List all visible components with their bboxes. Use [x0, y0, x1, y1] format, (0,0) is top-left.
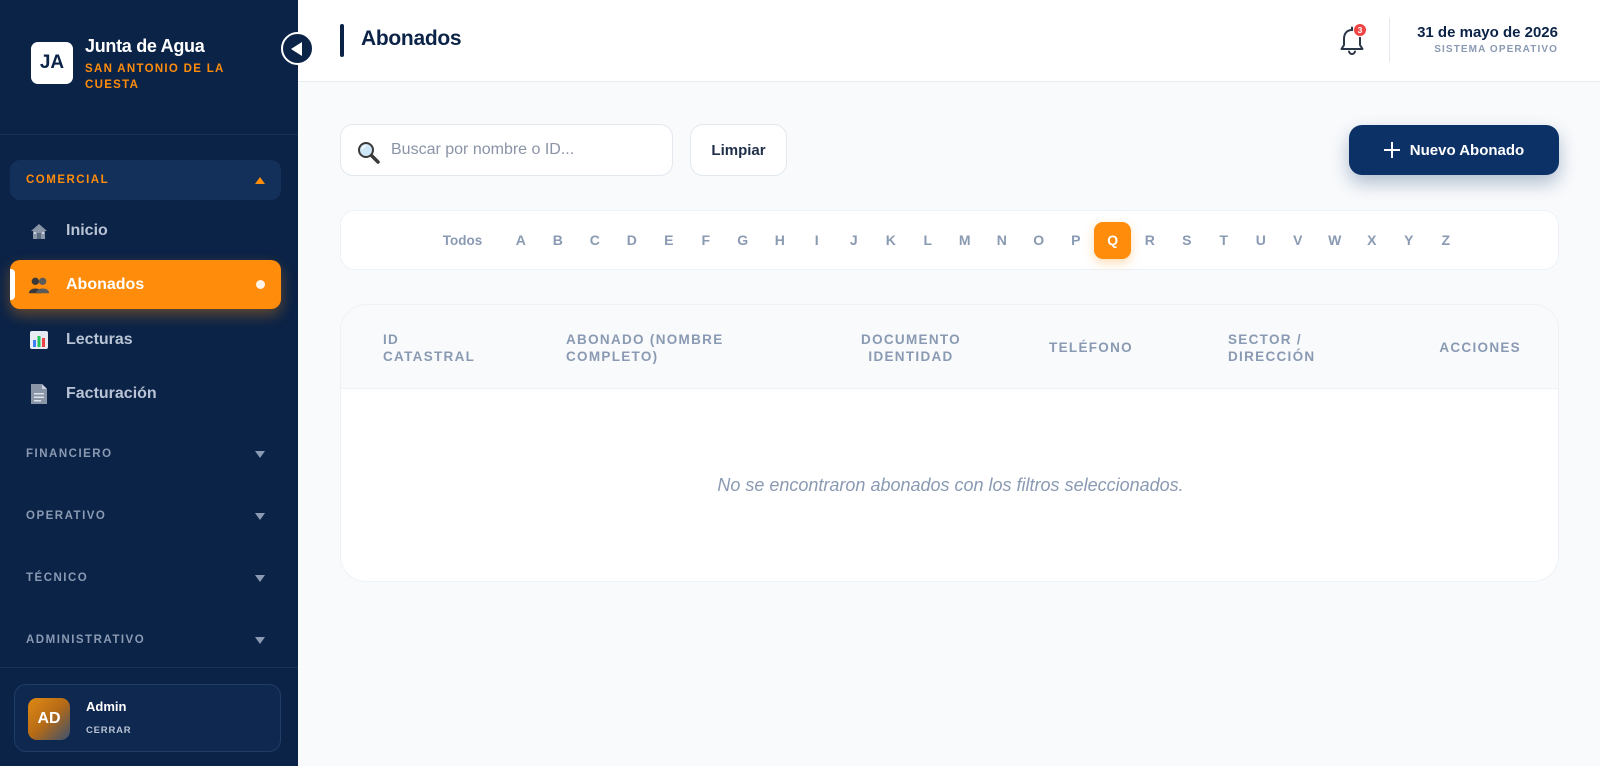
section-label: COMERCIAL [26, 174, 110, 186]
search-icon [358, 142, 380, 164]
column-header-id: ID CATASTRAL [383, 332, 476, 364]
letter-filter-c[interactable]: C [576, 222, 613, 259]
home-icon [28, 221, 50, 241]
subscribers-table: ID CATASTRAL ABONADO (NOMBRE COMPLETO) D… [340, 304, 1559, 582]
logout-link[interactable]: CERRAR [86, 725, 131, 736]
letter-filter-h[interactable]: H [761, 222, 798, 259]
section-operativo[interactable]: OPERATIVO [10, 496, 281, 536]
letter-filter-y[interactable]: Y [1390, 222, 1427, 259]
arrow-left-icon [290, 41, 302, 56]
page-title: Abonados [361, 27, 462, 50]
user-name: Admin [86, 699, 127, 714]
letter-filter-r[interactable]: R [1131, 222, 1168, 259]
letter-filter-todos[interactable]: Todos [435, 222, 491, 259]
letter-filter-u[interactable]: U [1242, 222, 1279, 259]
chevron-up-icon [255, 176, 265, 184]
app-logo: JA [31, 42, 73, 84]
active-indicator-dot [256, 280, 265, 289]
column-header-name: ABONADO (NOMBRE COMPLETO) [566, 332, 724, 364]
letter-filter-j[interactable]: J [835, 222, 872, 259]
sidebar-item-label: Lecturas [66, 330, 133, 348]
letter-filter-n[interactable]: N [983, 222, 1020, 259]
chevron-down-icon [255, 450, 265, 458]
empty-state-message: No se encontraron abonados con los filtr… [717, 475, 1184, 495]
column-header-sector: SECTOR / DIRECCIÓN [1228, 332, 1316, 364]
column-header-document: DOCUMENTO IDENTIDAD [861, 332, 961, 364]
app-name: Junta de Agua [85, 36, 205, 56]
chevron-down-icon [255, 636, 265, 644]
letter-filter-l[interactable]: L [909, 222, 946, 259]
sidebar: JA Junta de Agua SAN ANTONIO DE LA CUEST… [0, 0, 298, 766]
search-input[interactable] [391, 125, 661, 175]
letter-filter-t[interactable]: T [1205, 222, 1242, 259]
document-icon [28, 383, 50, 404]
brand-header: JA Junta de Agua SAN ANTONIO DE LA CUEST… [0, 0, 298, 135]
app-subtitle: SAN ANTONIO DE LA CUESTA [85, 63, 225, 91]
letter-filter-x[interactable]: X [1353, 222, 1390, 259]
letter-filter-p[interactable]: P [1057, 222, 1094, 259]
column-header-phone: TELÉFONO [1049, 340, 1133, 355]
divider [1389, 18, 1390, 62]
avatar: AD [28, 698, 70, 740]
section-administrativo[interactable]: ADMINISTRATIVO [10, 620, 281, 660]
letter-filter-m[interactable]: M [946, 222, 983, 259]
section-financiero[interactable]: FINANCIERO [10, 434, 281, 474]
title-accent-bar [340, 24, 344, 57]
letter-filter-e[interactable]: E [650, 222, 687, 259]
new-subscriber-button[interactable]: Nuevo Abonado [1349, 125, 1559, 175]
divider [0, 667, 298, 668]
clear-button[interactable]: Limpiar [690, 124, 787, 176]
alphabet-filter: Todos A B C D E F G H I J K L M N O P Q … [340, 210, 1559, 270]
letter-filter-g[interactable]: G [724, 222, 761, 259]
letter-filter-b[interactable]: B [539, 222, 576, 259]
section-comercial[interactable]: COMERCIAL [10, 160, 281, 200]
top-header: Abonados 3 31 de mayo de 2026 SISTEMA OP… [298, 0, 1600, 82]
search-box [340, 124, 673, 176]
letter-filter-a[interactable]: A [502, 222, 539, 259]
button-label: Nuevo Abonado [1409, 141, 1525, 159]
letter-filter-d[interactable]: D [613, 222, 650, 259]
letter-filter-q[interactable]: Q [1094, 221, 1132, 259]
sidebar-item-label: Abonados [66, 275, 145, 293]
letter-filter-i[interactable]: I [798, 222, 835, 259]
section-label: ADMINISTRATIVO [26, 634, 146, 646]
users-icon [28, 275, 50, 295]
sidebar-item-lecturas[interactable]: Lecturas [10, 315, 281, 364]
section-label: FINANCIERO [26, 448, 113, 460]
letter-filter-o[interactable]: O [1020, 222, 1057, 259]
table-header: ID CATASTRAL ABONADO (NOMBRE COMPLETO) D… [341, 305, 1558, 389]
plus-icon [1383, 142, 1400, 158]
user-card: AD Admin CERRAR [14, 684, 281, 752]
sidebar-item-abonados[interactable]: Abonados [10, 260, 281, 309]
sidebar-item-label: Inicio [66, 221, 108, 239]
section-label: OPERATIVO [26, 510, 107, 522]
letter-filter-f[interactable]: F [687, 222, 724, 259]
sidebar-item-facturacion[interactable]: Facturación [10, 369, 281, 418]
notification-badge: 3 [1353, 23, 1367, 37]
letter-filter-v[interactable]: V [1279, 222, 1316, 259]
section-label: TÉCNICO [26, 572, 89, 584]
letter-filter-k[interactable]: K [872, 222, 909, 259]
chevron-down-icon [255, 574, 265, 582]
sidebar-item-label: Facturación [66, 384, 157, 402]
section-tecnico[interactable]: TÉCNICO [10, 558, 281, 598]
chart-icon [28, 330, 50, 350]
chevron-down-icon [255, 512, 265, 520]
sidebar-item-inicio[interactable]: Inicio [10, 206, 281, 255]
letter-filter-z[interactable]: Z [1427, 222, 1464, 259]
current-date: 31 de mayo de 2026 [1417, 24, 1558, 41]
column-header-actions: ACCIONES [1439, 340, 1521, 355]
collapse-sidebar-button[interactable] [281, 32, 314, 65]
system-status: SISTEMA OPERATIVO [1434, 44, 1558, 55]
letter-filter-s[interactable]: S [1168, 222, 1205, 259]
letter-filter-w[interactable]: W [1316, 222, 1353, 259]
